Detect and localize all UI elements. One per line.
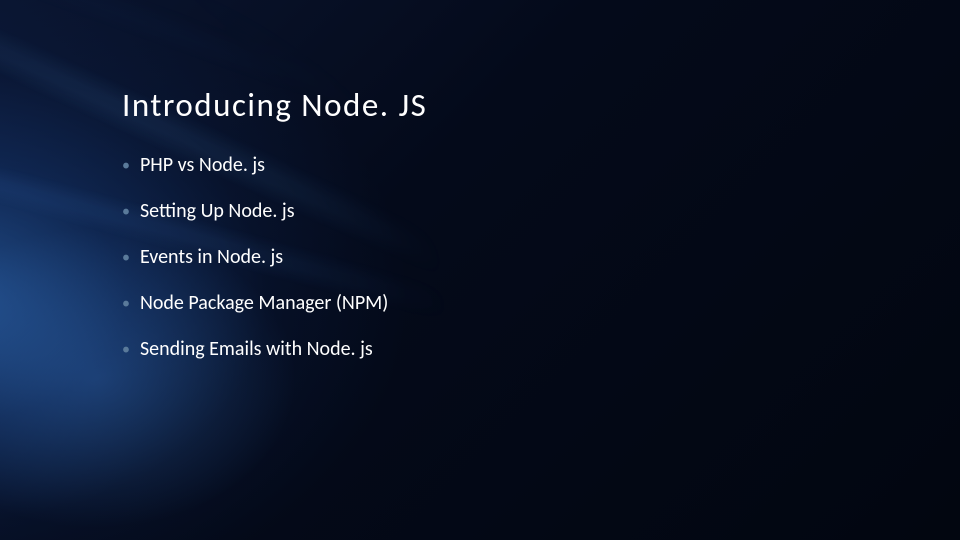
- bullet-text: Node Package Manager (NPM): [140, 291, 388, 315]
- bullet-item: • Sending Emails with Node. js: [122, 337, 960, 361]
- bullet-item: • Events in Node. js: [122, 245, 960, 269]
- bullet-marker-icon: •: [122, 250, 130, 266]
- bullet-text: Sending Emails with Node. js: [140, 337, 373, 361]
- bullet-text: Setting Up Node. js: [140, 199, 295, 223]
- bullet-text: PHP vs Node. js: [140, 153, 265, 177]
- bullet-marker-icon: •: [122, 342, 130, 358]
- bullet-item: • Setting Up Node. js: [122, 199, 960, 223]
- bullet-text: Events in Node. js: [140, 245, 283, 269]
- bullet-marker-icon: •: [122, 158, 130, 174]
- bullet-list: • PHP vs Node. js • Setting Up Node. js …: [122, 153, 960, 361]
- slide-title: Introducing Node. JS: [122, 85, 960, 125]
- bullet-item: • PHP vs Node. js: [122, 153, 960, 177]
- slide-content: Introducing Node. JS • PHP vs Node. js •…: [0, 0, 960, 361]
- bullet-marker-icon: •: [122, 204, 130, 220]
- bullet-marker-icon: •: [122, 296, 130, 312]
- bullet-item: • Node Package Manager (NPM): [122, 291, 960, 315]
